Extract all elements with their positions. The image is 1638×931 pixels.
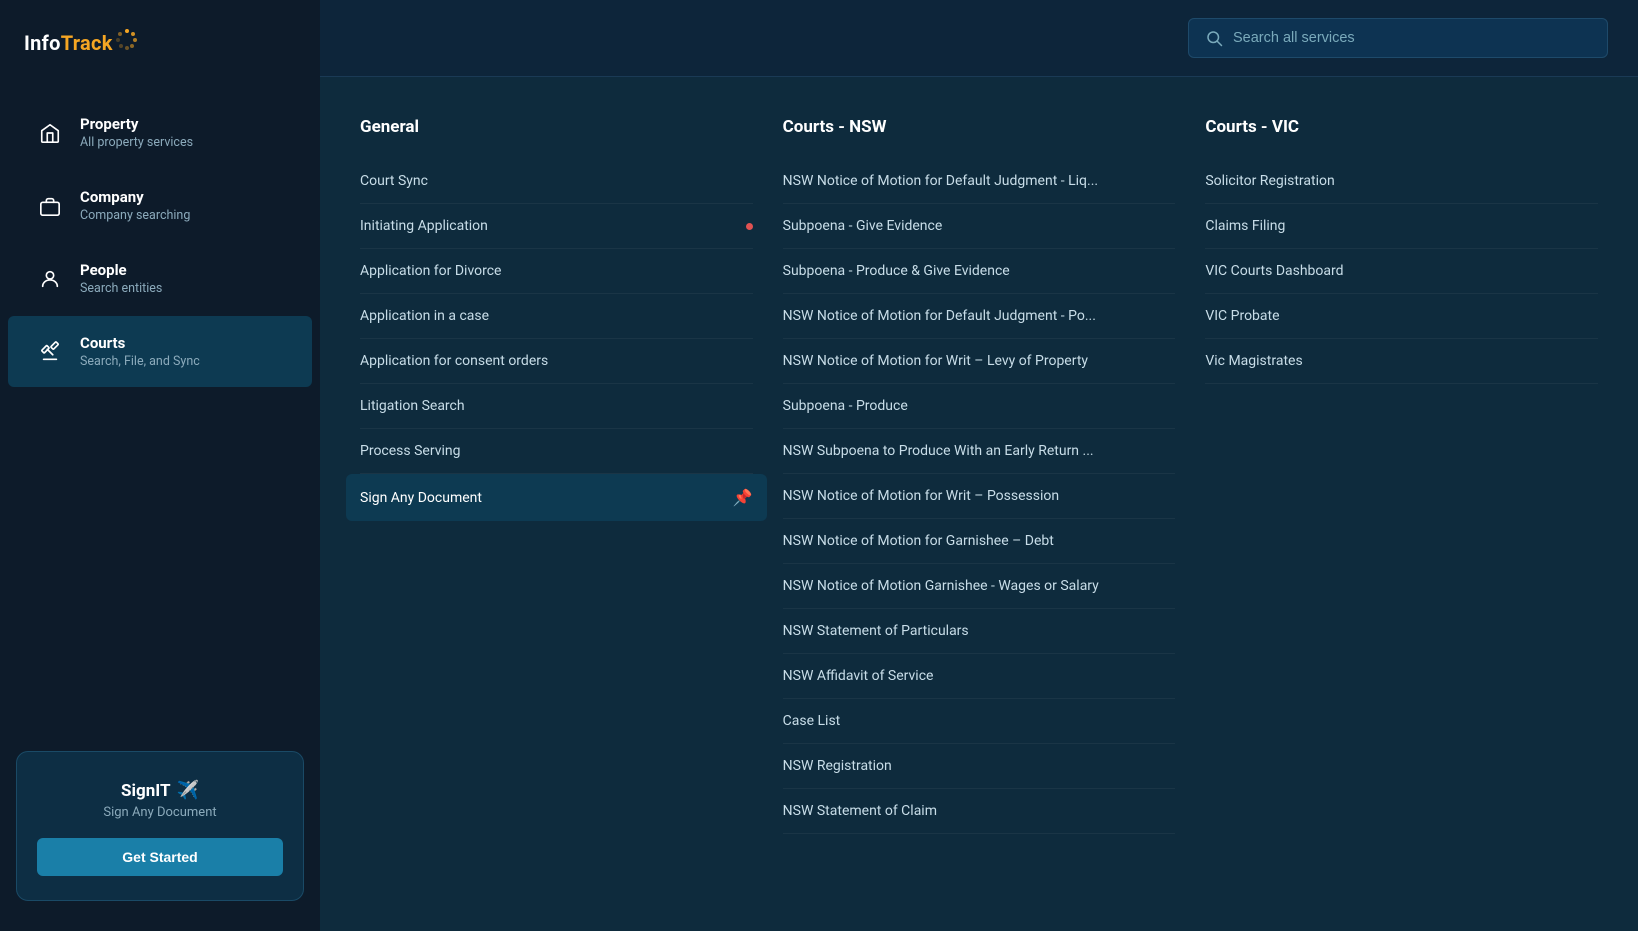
nsw-menu-item-5[interactable]: Subpoena - Produce — [783, 384, 1176, 429]
courts-nsw-header: Courts - NSW — [783, 117, 1176, 137]
signit-box: SignIT ✈️ Sign Any Document Get Started — [16, 751, 304, 901]
nsw-menu-item-6[interactable]: NSW Subpoena to Produce With an Early Re… — [783, 429, 1176, 474]
general-header: General — [360, 117, 753, 137]
general-menu-item-1[interactable]: Initiating Application — [360, 204, 753, 249]
general-menu-item-2[interactable]: Application for Divorce — [360, 249, 753, 294]
logo-area: InfoTrack — [0, 0, 320, 85]
general-menu-item-3[interactable]: Application in a case — [360, 294, 753, 339]
nsw-menu-item-8[interactable]: NSW Notice of Motion for Garnishee – Deb… — [783, 519, 1176, 564]
courts-vic-section: Courts - VIC Solicitor Registration Clai… — [1205, 117, 1598, 891]
main-content: General Court Sync Initiating Applicatio… — [320, 0, 1638, 931]
nav-item-company-text: Company Company searching — [80, 188, 190, 223]
vic-menu-item-4[interactable]: Vic Magistrates — [1205, 339, 1598, 384]
content-area: General Court Sync Initiating Applicatio… — [320, 77, 1638, 931]
nsw-menu-item-14[interactable]: NSW Statement of Claim — [783, 789, 1176, 834]
vic-menu-item-1[interactable]: Claims Filing — [1205, 204, 1598, 249]
search-input[interactable] — [1233, 30, 1591, 46]
search-icon — [1205, 29, 1223, 47]
nav-item-property-text: Property All property services — [80, 115, 193, 150]
nsw-menu-item-2[interactable]: Subpoena - Produce & Give Evidence — [783, 249, 1176, 294]
courts-vic-header: Courts - VIC — [1205, 117, 1598, 137]
nsw-menu-item-12[interactable]: Case List — [783, 699, 1176, 744]
logo-text: InfoTrack — [24, 28, 138, 55]
briefcase-icon — [32, 195, 68, 217]
signit-plane-icon: ✈️ — [177, 780, 199, 801]
search-box[interactable] — [1188, 18, 1608, 58]
general-menu-item-4[interactable]: Application for consent orders — [360, 339, 753, 384]
nsw-menu-item-1[interactable]: Subpoena - Give Evidence — [783, 204, 1176, 249]
nav-menu: Property All property services Company C… — [0, 85, 320, 731]
nav-item-people-text: People Search entities — [80, 261, 162, 296]
nav-item-courts-text: Courts Search, File, and Sync — [80, 334, 200, 369]
signit-title: SignIT ✈️ — [37, 780, 283, 801]
nsw-menu-item-4[interactable]: NSW Notice of Motion for Writ – Levy of … — [783, 339, 1176, 384]
nsw-menu-item-11[interactable]: NSW Affidavit of Service — [783, 654, 1176, 699]
general-menu-item-7[interactable]: Sign Any Document 📌 — [346, 474, 767, 521]
signit-subtitle: Sign Any Document — [37, 805, 283, 820]
sidebar-item-company[interactable]: Company Company searching — [8, 170, 312, 241]
general-menu-item-0[interactable]: Court Sync — [360, 159, 753, 204]
home-icon — [32, 122, 68, 144]
nsw-menu-item-13[interactable]: NSW Registration — [783, 744, 1176, 789]
nsw-menu-item-9[interactable]: NSW Notice of Motion Garnishee - Wages o… — [783, 564, 1176, 609]
vic-menu-item-0[interactable]: Solicitor Registration — [1205, 159, 1598, 204]
person-icon — [32, 268, 68, 290]
nsw-menu-item-7[interactable]: NSW Notice of Motion for Writ – Possessi… — [783, 474, 1176, 519]
sidebar: InfoTrack Proper — [0, 0, 320, 931]
pin-icon: 📌 — [733, 488, 753, 507]
sidebar-item-courts[interactable]: Courts Search, File, and Sync — [8, 316, 312, 387]
nsw-menu-item-3[interactable]: NSW Notice of Motion for Default Judgmen… — [783, 294, 1176, 339]
sidebar-item-people[interactable]: People Search entities — [8, 243, 312, 314]
general-menu-item-5[interactable]: Litigation Search — [360, 384, 753, 429]
gavel-icon — [32, 341, 68, 363]
sidebar-item-property[interactable]: Property All property services — [8, 97, 312, 168]
logo-icon — [116, 28, 138, 50]
general-section: General Court Sync Initiating Applicatio… — [360, 117, 753, 891]
general-menu-item-6[interactable]: Process Serving — [360, 429, 753, 474]
vic-menu-item-2[interactable]: VIC Courts Dashboard — [1205, 249, 1598, 294]
vic-menu-item-3[interactable]: VIC Probate — [1205, 294, 1598, 339]
nsw-menu-item-10[interactable]: NSW Statement of Particulars — [783, 609, 1176, 654]
topbar — [320, 0, 1638, 77]
red-dot-indicator — [746, 223, 753, 230]
courts-nsw-section: Courts - NSW NSW Notice of Motion for De… — [783, 117, 1176, 891]
get-started-button[interactable]: Get Started — [37, 838, 283, 876]
nsw-menu-item-0[interactable]: NSW Notice of Motion for Default Judgmen… — [783, 159, 1176, 204]
